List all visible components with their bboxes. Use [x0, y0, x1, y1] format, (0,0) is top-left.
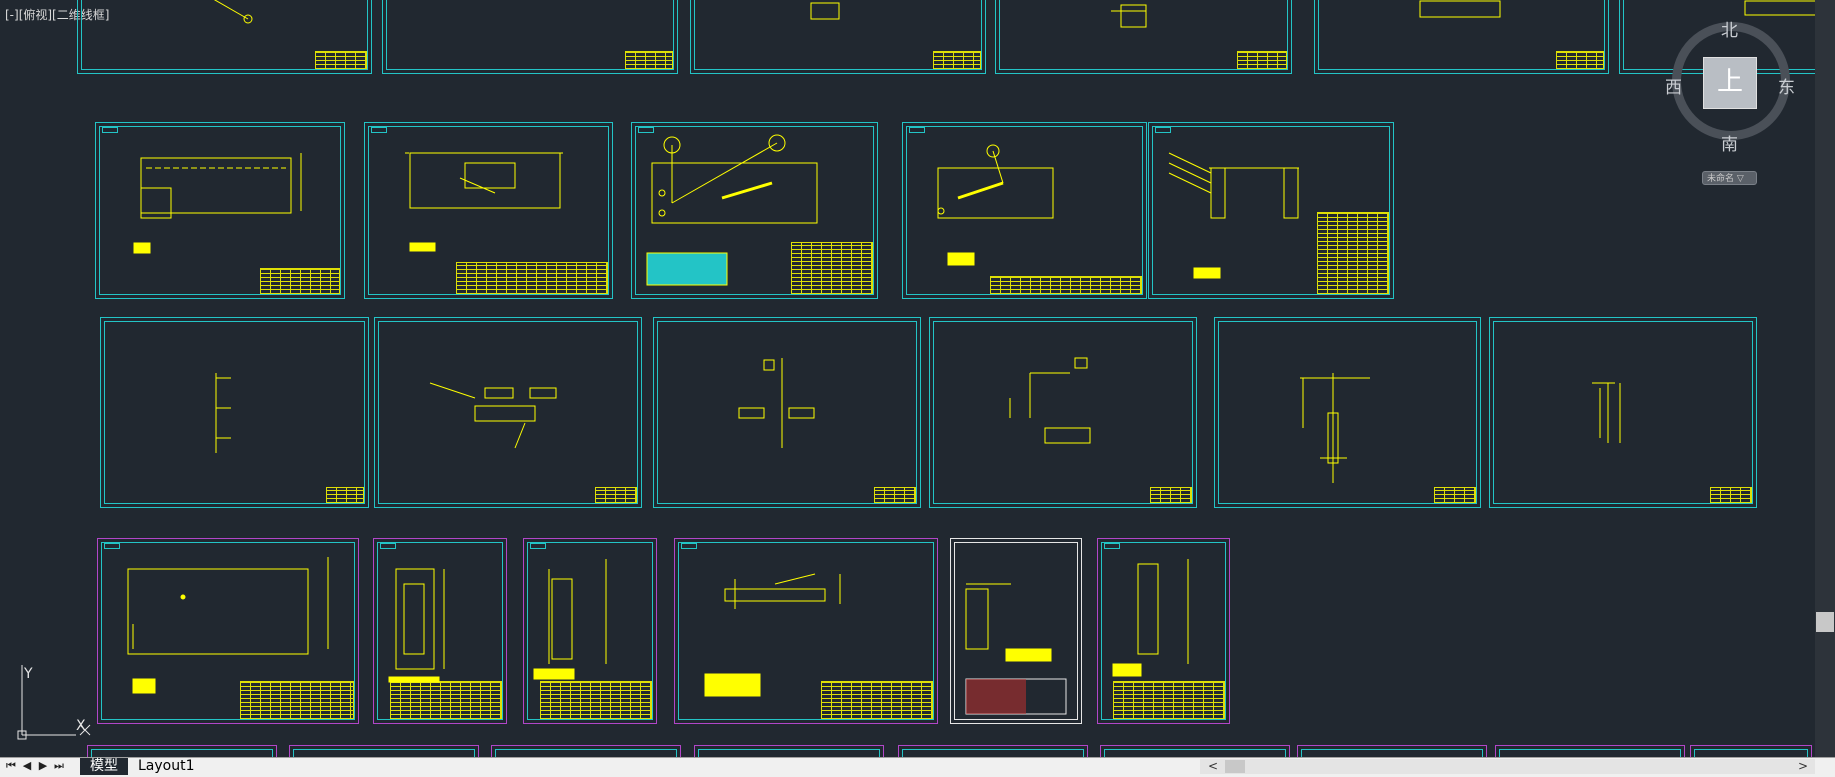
drawing-sheet[interactable] — [373, 538, 507, 724]
drawing-sheet[interactable] — [631, 122, 878, 299]
drawing-sheet[interactable] — [929, 317, 1197, 508]
viewcube-top-face[interactable]: 上 — [1703, 57, 1757, 109]
next-tab-icon[interactable]: ▶ — [36, 759, 50, 773]
viewcube-south[interactable]: 南 — [1721, 130, 1738, 155]
drawing-sheet[interactable] — [995, 0, 1292, 74]
drawing-sheet[interactable] — [653, 317, 921, 508]
vertical-scrollbar-thumb[interactable] — [1816, 612, 1834, 632]
tab-model[interactable]: 模型 — [80, 758, 128, 775]
tab-layout1[interactable]: Layout1 — [128, 758, 205, 775]
drawing-sheet[interactable] — [950, 538, 1082, 724]
horizontal-scrollbar-thumb[interactable] — [1225, 760, 1245, 773]
drawing-sheet[interactable] — [1097, 538, 1230, 724]
drawing-sheet[interactable] — [1214, 317, 1481, 508]
drawing-sheet[interactable] — [374, 317, 642, 508]
drawing-sheet[interactable] — [95, 122, 345, 299]
viewcube-north[interactable]: 北 — [1721, 16, 1738, 41]
drawing-sheet[interactable] — [77, 0, 372, 74]
drawing-sheet[interactable] — [97, 538, 359, 724]
last-tab-icon[interactable]: ⏭ — [52, 759, 66, 773]
drawing-sheet[interactable] — [100, 317, 369, 508]
ucs-menu-button[interactable]: 未命名 ▽ — [1702, 171, 1757, 185]
drawing-sheet[interactable] — [382, 0, 678, 74]
ucs-y-label: Y — [24, 666, 33, 682]
drawing-sheet[interactable] — [1148, 122, 1394, 299]
ucs-x-label: X — [76, 718, 86, 734]
drawing-sheet[interactable] — [690, 0, 986, 74]
horizontal-scrollbar[interactable] — [1200, 759, 1815, 774]
drawing-sheet[interactable] — [1489, 317, 1757, 508]
vertical-scrollbar[interactable] — [1815, 0, 1835, 757]
drawing-sheet[interactable] — [523, 538, 657, 724]
first-tab-icon[interactable]: ⏮ — [4, 759, 18, 773]
drawing-sheet[interactable] — [364, 122, 613, 299]
scroll-left-icon[interactable]: < — [1208, 759, 1218, 773]
scroll-right-icon[interactable]: > — [1798, 759, 1808, 773]
drawing-sheet[interactable] — [1314, 0, 1609, 74]
drawing-sheet[interactable] — [674, 538, 938, 724]
drawing-sheet[interactable] — [902, 122, 1147, 299]
drawing-canvas[interactable]: [-][俯视][二维线框] Y X 上 北 南 西 东 未命名 ▽ — [0, 0, 1821, 777]
viewcube-east[interactable]: 东 — [1778, 73, 1795, 98]
prev-tab-icon[interactable]: ◀ — [20, 759, 34, 773]
viewcube-west[interactable]: 西 — [1665, 73, 1682, 98]
